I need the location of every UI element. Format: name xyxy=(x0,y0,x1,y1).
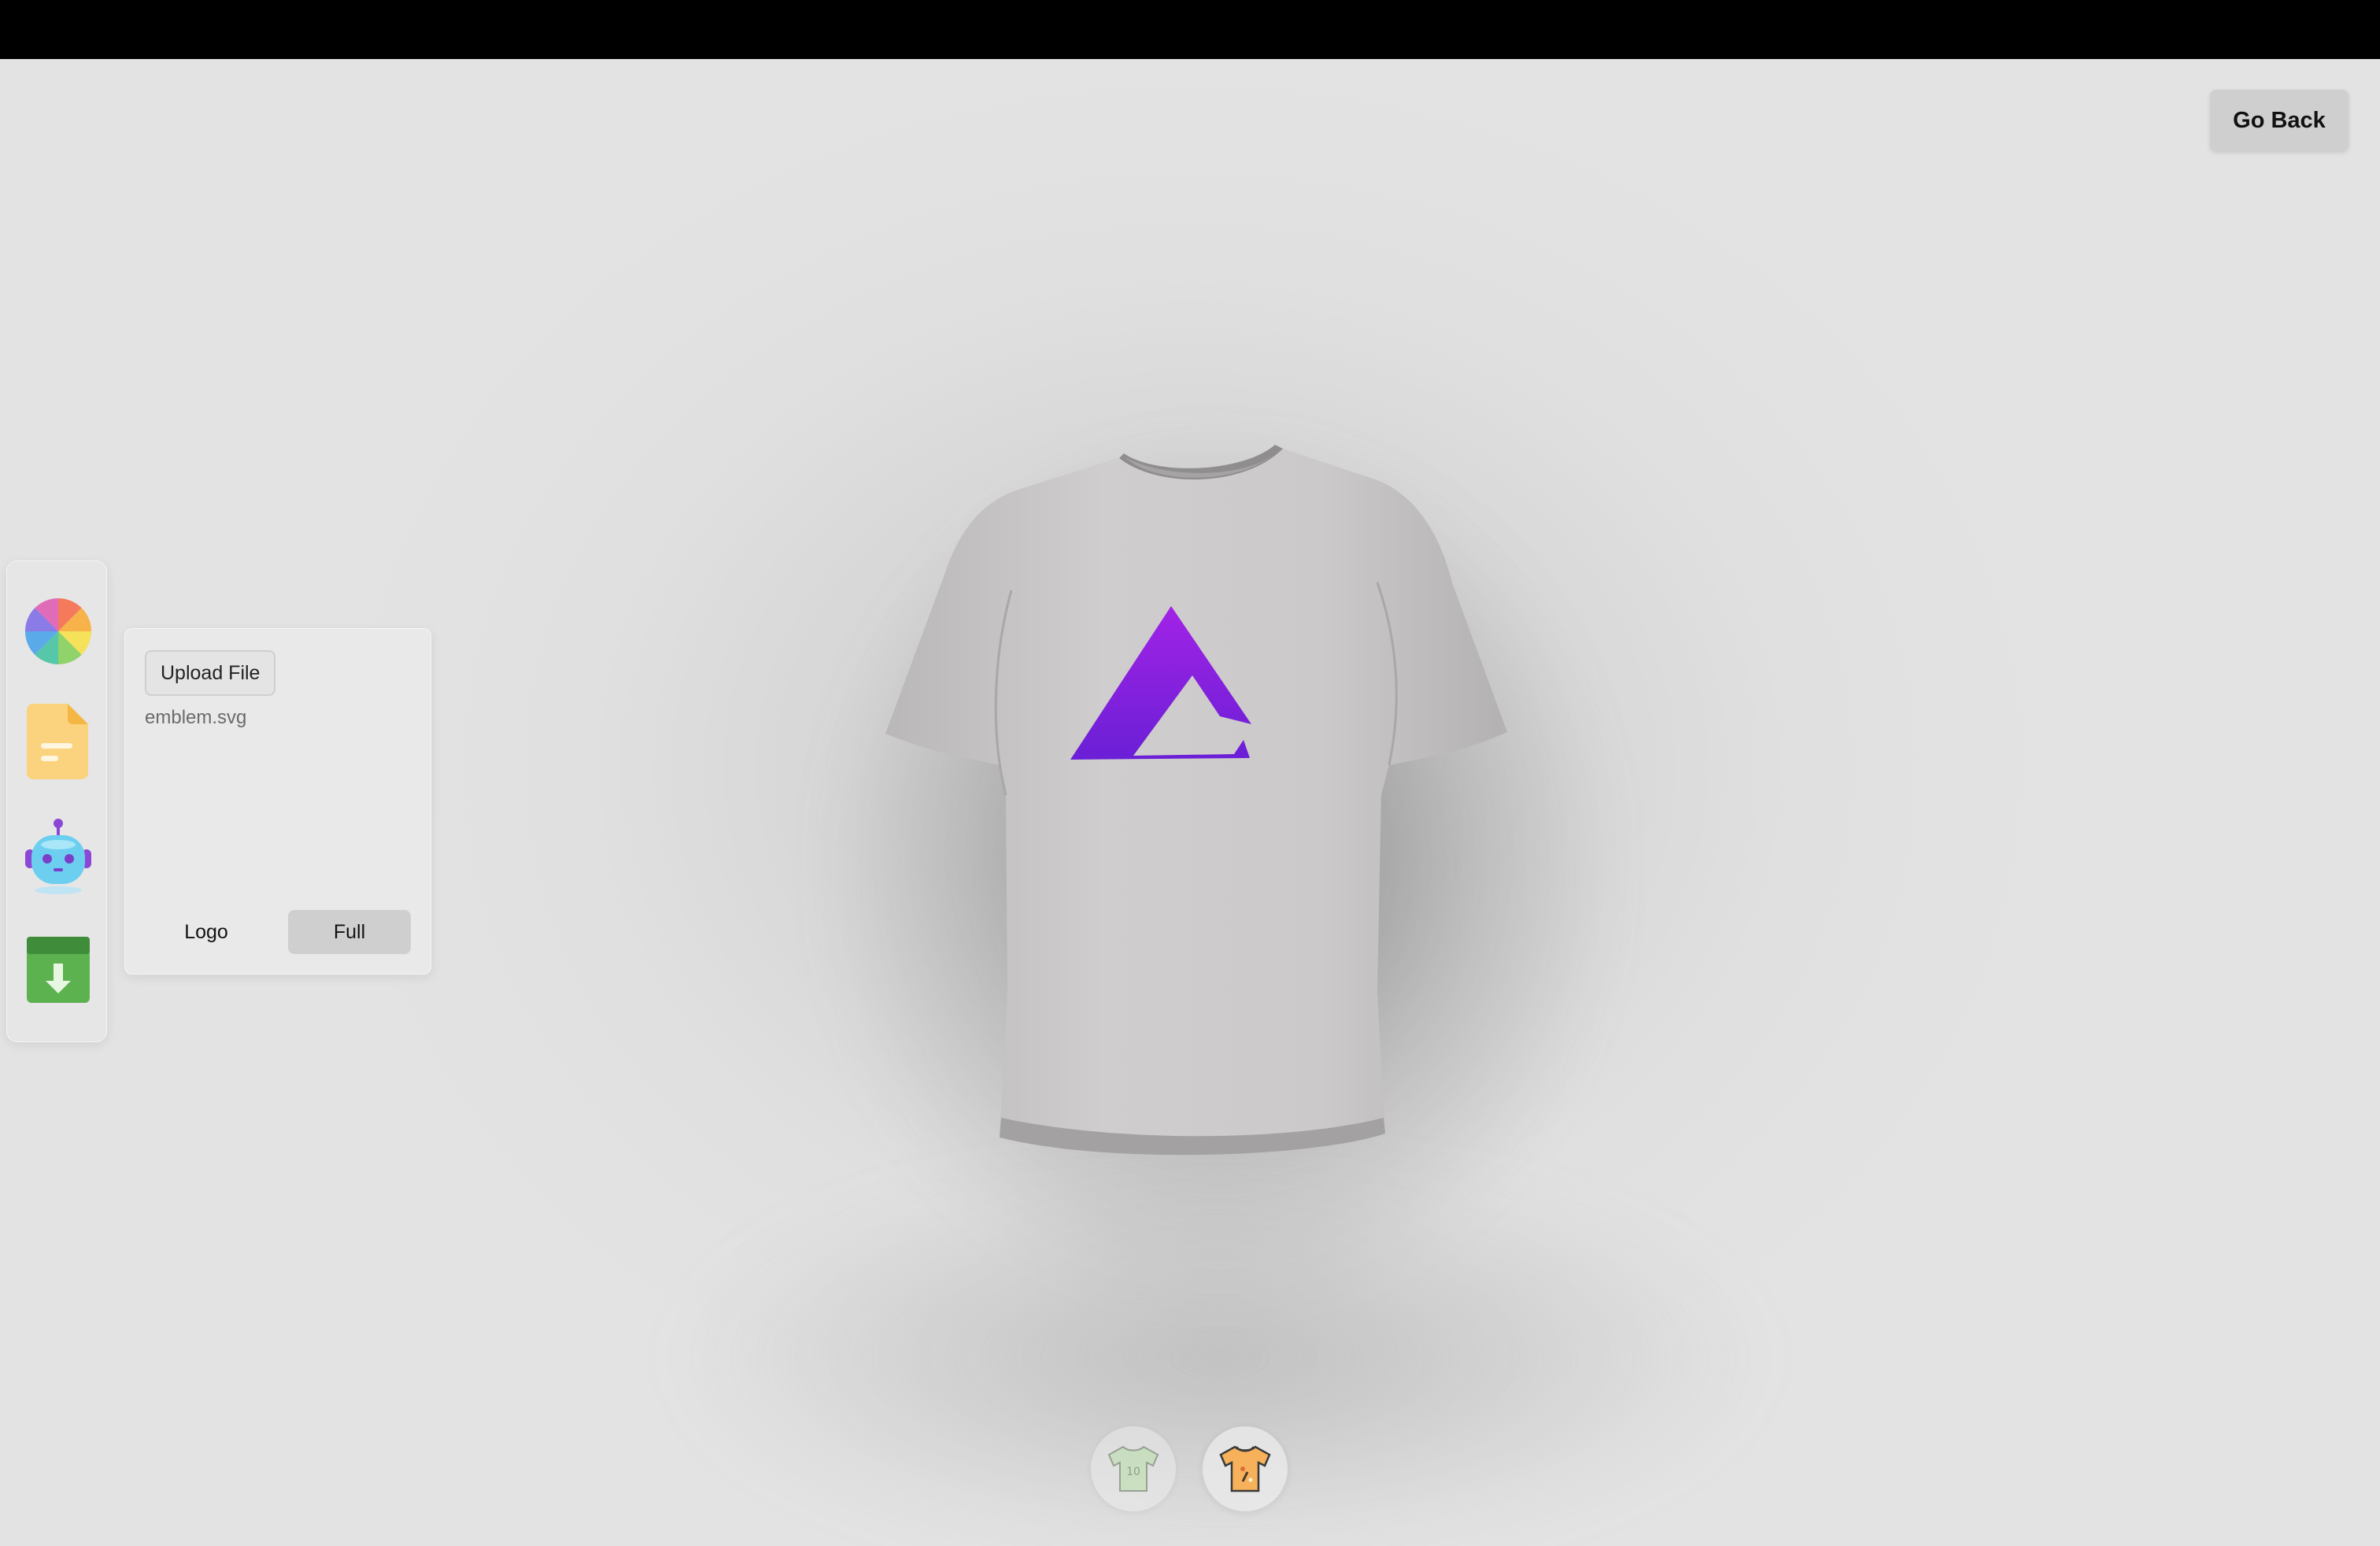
svg-text:10: 10 xyxy=(1126,1466,1140,1478)
apply-full-button[interactable]: Full xyxy=(288,910,411,954)
selected-filename: emblem.svg xyxy=(145,707,247,728)
ai-picker-tab[interactable] xyxy=(24,819,93,894)
color-picker-tab[interactable] xyxy=(24,594,93,669)
tshirt-model[interactable] xyxy=(874,425,1527,1196)
file-picker-panel: Upload File emblem.svg Logo Full xyxy=(124,628,431,975)
download-tab[interactable] xyxy=(24,932,93,1008)
shirt-number-icon: 10 xyxy=(1107,1445,1159,1492)
apply-logo-button[interactable]: Logo xyxy=(145,910,268,954)
top-bar xyxy=(0,0,2380,59)
upload-file-button[interactable]: Upload File xyxy=(145,650,276,696)
shirt-pattern-icon xyxy=(1219,1445,1271,1492)
file-icon xyxy=(27,704,88,779)
file-picker-tab[interactable] xyxy=(24,704,93,779)
editor-toolbar xyxy=(6,560,107,1042)
download-box-icon xyxy=(27,937,90,1003)
stylish-shirt-filter-tab[interactable] xyxy=(1203,1426,1288,1511)
logo-shirt-filter-tab[interactable]: 10 xyxy=(1091,1426,1176,1511)
go-back-button[interactable]: Go Back xyxy=(2210,90,2349,151)
robot-icon xyxy=(25,819,91,894)
color-wheel-icon xyxy=(25,598,91,664)
